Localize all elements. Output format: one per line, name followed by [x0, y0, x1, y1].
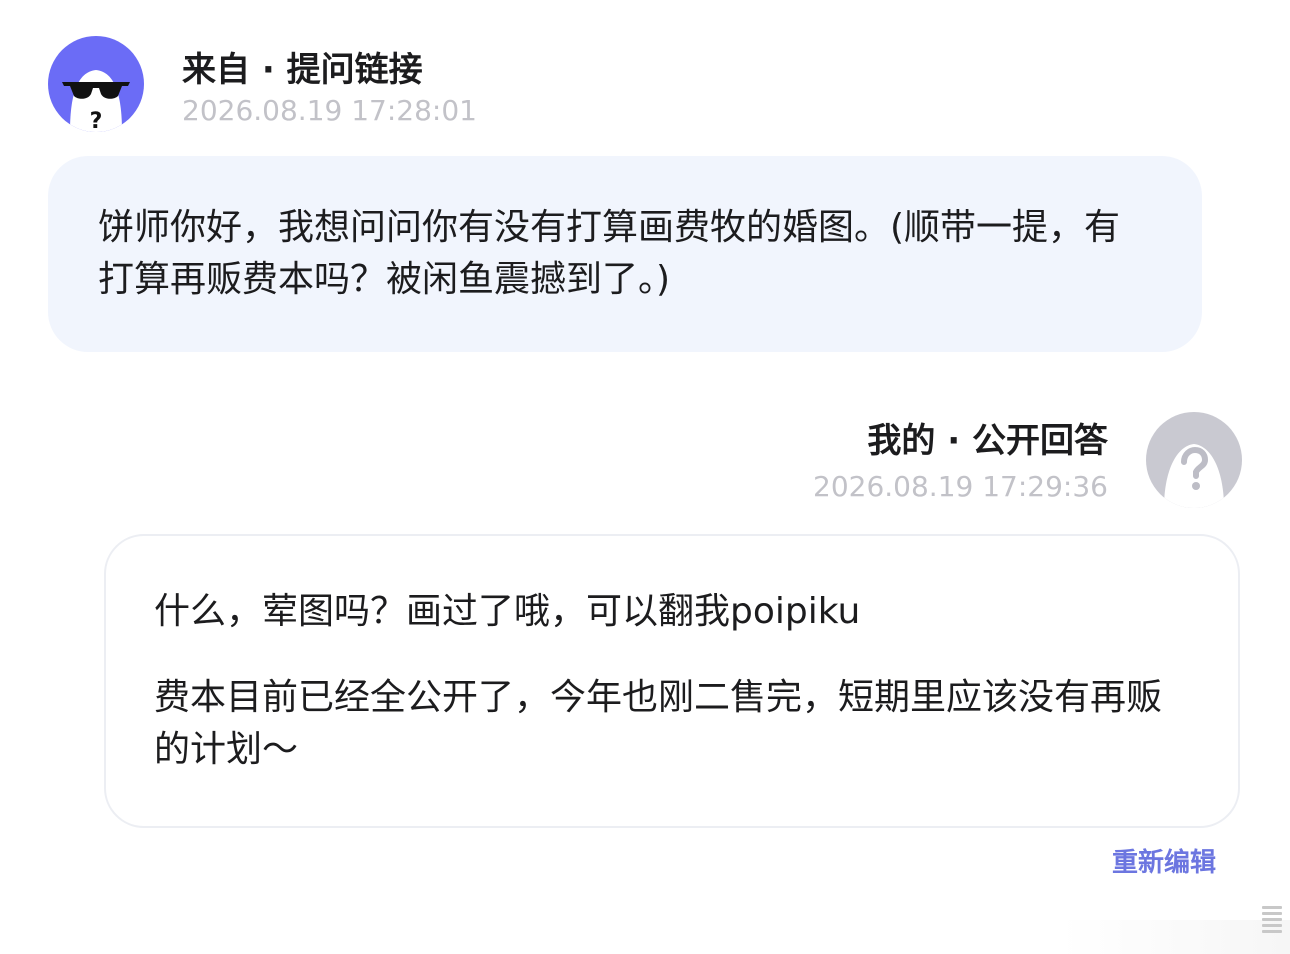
answer-timestamp: 2026.08.19 17:29:36	[813, 470, 1108, 503]
question-source-label: 来自 · 提问链接	[182, 50, 423, 90]
answer-label: 我的 · 公开回答	[867, 421, 1108, 461]
question-bubble: 饼师你好，我想问问你有没有打算画费牧的婚图。(顺带一提，有打算再贩费本吗？被闲鱼…	[48, 156, 1202, 352]
anonymous-question-mark-icon	[1164, 444, 1224, 508]
re-edit-button[interactable]: 重新编辑	[1112, 842, 1216, 879]
answer-paragraph: 什么，荤图吗？画过了哦，可以翻我poipiku	[154, 591, 861, 632]
answer-bubble: 什么，荤图吗？画过了哦，可以翻我poipiku 费本目前已经全公开了，今年也刚二…	[104, 534, 1240, 828]
svg-text:?: ?	[90, 109, 103, 132]
question-timestamp: 2026.08.19 17:28:01	[182, 94, 477, 127]
answer-header: 我的 · 公开回答 2026.08.19 17:29:36	[813, 418, 1108, 508]
questioner-avatar: ?	[48, 36, 144, 132]
drag-handle-icon[interactable]	[1262, 906, 1282, 940]
question-text: 饼师你好，我想问问你有没有打算画费牧的婚图。(顺带一提，有打算再贩费本吗？被闲鱼…	[98, 207, 1121, 300]
answerer-avatar	[1146, 412, 1242, 508]
anonymous-sunglasses-icon: ?	[62, 70, 130, 132]
answer-paragraph: 费本目前已经全公开了，今年也刚二售完，短期里应该没有再贩的计划～	[154, 677, 1163, 770]
bottom-fade	[1060, 920, 1290, 954]
